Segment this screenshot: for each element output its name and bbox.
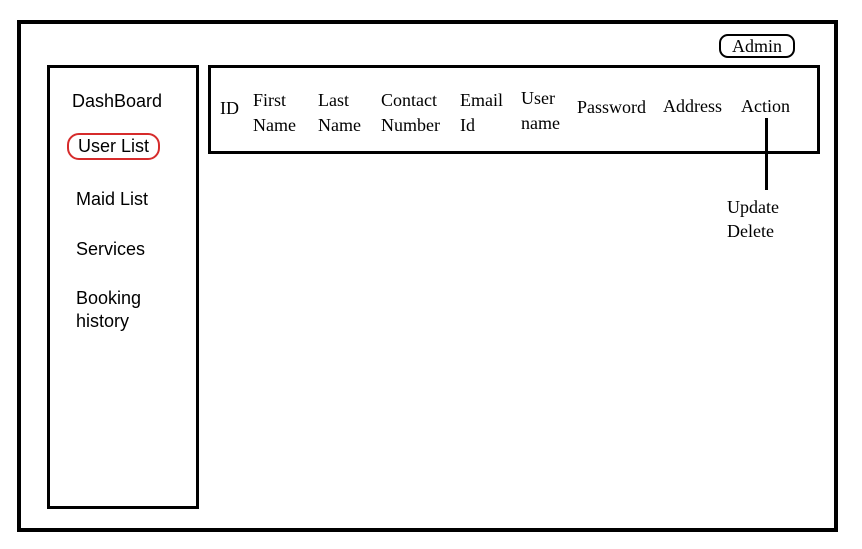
action-update[interactable]: Update [727,195,779,219]
sidebar-item-dashboard[interactable]: DashBoard [72,90,162,113]
action-delete[interactable]: Delete [727,219,774,243]
user-table-header [208,65,820,154]
column-header-first-name-line1: First [253,90,287,110]
column-header-user-line1: User [521,88,555,108]
column-header-contact-line2: Number [381,115,440,135]
column-header-first-name-line2: Name [253,115,296,135]
column-header-id: ID [220,98,239,118]
column-header-password: Password [577,97,647,117]
sidebar-item-booking-line2: history [76,311,130,331]
action-connector-line [765,118,768,190]
sidebar-item-booking-line1: Booking [76,288,142,308]
sidebar-item-maid-list[interactable]: Maid List [76,188,148,211]
sidebar-item-services[interactable]: Services [76,238,145,261]
column-header-contact-line1: Contact [381,90,437,110]
column-header-email-line1: Email [460,90,503,110]
column-header-last-name: Last Name [318,88,361,138]
column-header-first-name: First Name [253,88,296,138]
column-header-last-name-line2: Name [318,115,361,135]
column-header-last-name-line1: Last [318,90,349,110]
column-header-contact-number: Contact Number [381,88,440,138]
column-header-user-line2: name [521,113,560,133]
admin-button[interactable]: Admin [719,34,795,58]
column-header-action: Action [741,96,790,116]
column-header-user-name: User name [521,86,560,136]
sidebar-item-booking-history[interactable]: Booking history [76,287,141,333]
column-header-email-id: Email Id [460,88,503,138]
column-header-email-line2: Id [460,115,475,135]
column-header-address: Address [663,96,722,116]
sidebar-item-user-list[interactable]: User List [67,133,161,160]
